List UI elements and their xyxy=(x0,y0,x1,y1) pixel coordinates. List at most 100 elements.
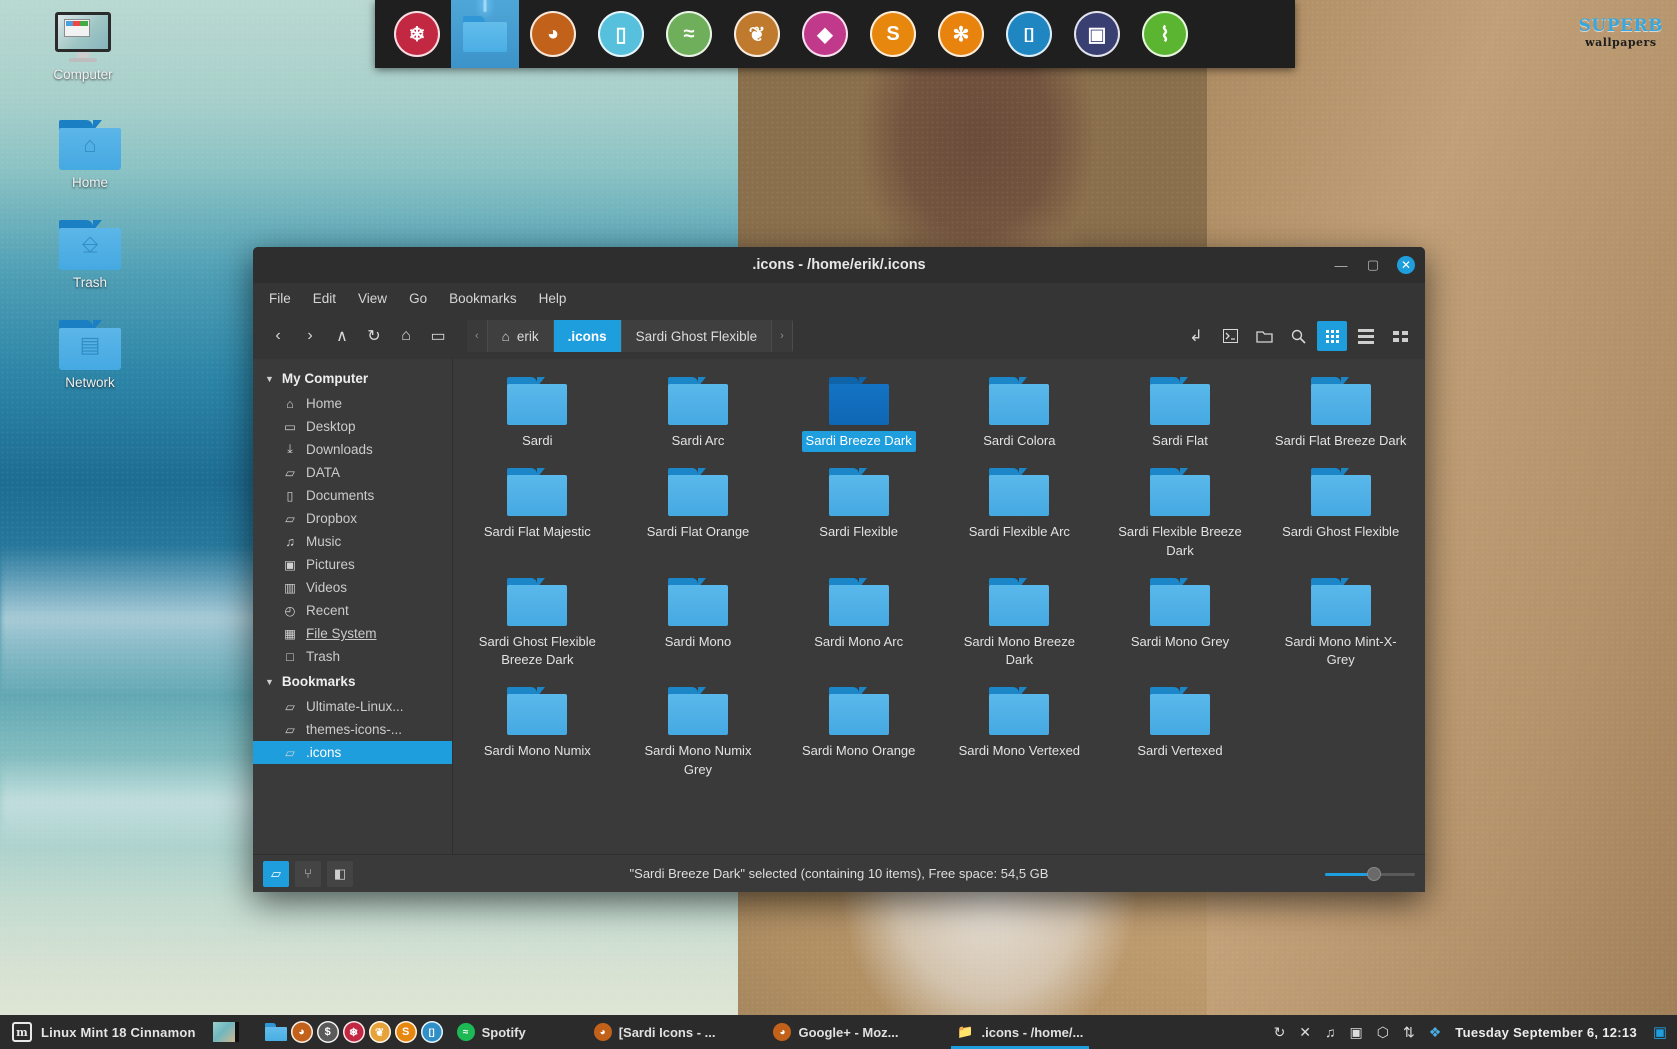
close-button[interactable]: ✕ xyxy=(1397,256,1415,274)
file-item[interactable]: Sardi Breeze Dark xyxy=(778,371,939,462)
compact-view-button[interactable] xyxy=(1385,321,1415,351)
sidebar-item-downloads[interactable]: ⤓ Downloads xyxy=(253,438,452,461)
window-button-spotify[interactable]: ≈ Spotify xyxy=(443,1015,540,1049)
breadcrumb-prev-button[interactable]: ‹ xyxy=(467,320,488,352)
sidebar-section-header[interactable]: ▼ My Computer xyxy=(253,365,452,392)
file-item[interactable]: Sardi Mono Breeze Dark xyxy=(939,572,1100,682)
sidebar-section-header[interactable]: ▼ Bookmarks xyxy=(253,668,452,695)
file-item[interactable]: Sardi Mono Grey xyxy=(1100,572,1261,682)
file-item[interactable]: Sardi Flat xyxy=(1100,371,1261,462)
file-item[interactable]: Sardi Flat Breeze Dark xyxy=(1260,371,1421,462)
computer-button[interactable]: ▭ xyxy=(423,321,453,351)
sidebar-item-file-system[interactable]: ▦ File System xyxy=(253,622,452,645)
firefox-quicklaunch[interactable]: ◕ xyxy=(290,1021,313,1043)
file-item[interactable]: Sardi Flexible Breeze Dark xyxy=(1100,462,1261,572)
minimize-button[interactable]: — xyxy=(1333,258,1349,273)
up-button[interactable]: ∧ xyxy=(327,321,357,351)
dock-item-inkscape[interactable]: ◆ xyxy=(791,0,859,68)
show-desktop-button[interactable]: ▣ xyxy=(1651,1023,1669,1041)
terminal-quicklaunch[interactable]: $ xyxy=(316,1021,339,1043)
home-button[interactable]: ⌂ xyxy=(391,321,421,351)
network-tray-icon[interactable]: ⇅ xyxy=(1403,1024,1415,1041)
file-item[interactable]: Sardi Flexible Arc xyxy=(939,462,1100,572)
menu-go[interactable]: Go xyxy=(409,291,427,306)
dropbox-tray-icon[interactable]: ❖ xyxy=(1429,1024,1442,1041)
file-browser-pane[interactable]: Sardi Sardi Arc Sardi Breeze Dark Sardi Col… xyxy=(453,359,1425,854)
breadcrumb-item-sardi-ghost-flexible[interactable]: Sardi Ghost Flexible xyxy=(621,320,773,352)
file-item[interactable]: Sardi Mono Numix Grey xyxy=(618,681,779,791)
shield-tray-icon[interactable]: ⬡ xyxy=(1377,1024,1389,1041)
file-item[interactable]: Sardi Mono Vertexed xyxy=(939,681,1100,791)
clock[interactable]: Tuesday September 6, 12:13 xyxy=(1455,1025,1637,1040)
sublime-quicklaunch[interactable]: S xyxy=(394,1021,417,1043)
menu-help[interactable]: Help xyxy=(539,291,567,306)
zoom-slider[interactable] xyxy=(1325,866,1415,882)
gimp-quicklaunch[interactable]: ❦ xyxy=(368,1021,391,1043)
search-button[interactable] xyxy=(1283,321,1313,351)
dock-item-file-manager[interactable] xyxy=(451,0,519,68)
desktop-icon-network[interactable]: ▤ Network xyxy=(35,320,145,390)
breadcrumb-item-erik[interactable]: ⌂ erik xyxy=(487,320,554,352)
file-item[interactable]: Sardi Mono Orange xyxy=(778,681,939,791)
file-item[interactable]: Sardi Ghost Flexible xyxy=(1260,462,1421,572)
maximize-button[interactable]: ▢ xyxy=(1365,257,1381,273)
dock-item-gimp[interactable]: ❦ xyxy=(723,0,791,68)
dock-item-spotify[interactable]: ≈ xyxy=(655,0,723,68)
file-item[interactable]: Sardi Flat Orange xyxy=(618,462,779,572)
file-item[interactable]: Sardi Flat Majestic xyxy=(457,462,618,572)
sidebar-item-desktop[interactable]: ▭ Desktop xyxy=(253,415,452,438)
reload-button[interactable]: ↻ xyxy=(359,321,389,351)
window-button-icons-folder[interactable]: 📁 .icons - /home/... xyxy=(943,1015,1098,1049)
zoom-slider-handle[interactable] xyxy=(1366,866,1381,881)
start-menu-button[interactable]: m Linux Mint 18 Cinnamon xyxy=(0,1015,251,1049)
window-button-sardi-icons[interactable]: ◕ [Sardi Icons - ... xyxy=(580,1015,730,1049)
sidebar-item-videos[interactable]: ▥ Videos xyxy=(253,576,452,599)
sidebar-item-home[interactable]: ⌂ Home xyxy=(253,392,452,415)
file-item[interactable]: Sardi xyxy=(457,371,618,462)
new-folder-button[interactable] xyxy=(1249,321,1279,351)
desktop-icon-trash[interactable]: ⎒ Trash xyxy=(35,220,145,290)
places-button[interactable]: ▱ xyxy=(263,860,289,887)
screenshot-tray-icon[interactable]: ▣ xyxy=(1350,1024,1363,1041)
sidebar-item-recent[interactable]: ◴ Recent xyxy=(253,599,452,622)
dock-item-virtualbox[interactable]: ▣ xyxy=(1063,0,1131,68)
sidebar-item-documents[interactable]: ▯ Documents xyxy=(253,484,452,507)
sidebar-item-data[interactable]: ▱ DATA xyxy=(253,461,452,484)
file-item[interactable]: Sardi Mono Numix xyxy=(457,681,618,791)
menu-bookmarks[interactable]: Bookmarks xyxy=(449,291,517,306)
back-button[interactable]: ‹ xyxy=(263,321,293,351)
cherrytree-quicklaunch[interactable]: ❄ xyxy=(342,1021,365,1043)
sidebar-item-dropbox[interactable]: ▱ Dropbox xyxy=(253,507,452,530)
sidebar-item-themes-icons[interactable]: ▱ themes-icons-... xyxy=(253,718,452,741)
brackets-quicklaunch[interactable]: [] xyxy=(420,1021,443,1043)
files-quicklaunch[interactable] xyxy=(264,1021,287,1043)
music-tray-icon[interactable]: ♫ xyxy=(1325,1024,1336,1040)
dock-item-sublime-text[interactable]: S xyxy=(859,0,927,68)
dock-item-cherrytree[interactable]: ❄ xyxy=(383,0,451,68)
sidebar-item-trash[interactable]: □ Trash xyxy=(253,645,452,668)
list-view-button[interactable] xyxy=(1351,321,1381,351)
sidebar-item-pictures[interactable]: ▣ Pictures xyxy=(253,553,452,576)
file-item[interactable]: Sardi Vertexed xyxy=(1100,681,1261,791)
menu-file[interactable]: File xyxy=(269,291,291,306)
dock-item-brackets[interactable]: [] xyxy=(995,0,1063,68)
desktop-icon-home[interactable]: ⌂ Home xyxy=(35,120,145,190)
sidebar-item-ultimate-linux[interactable]: ▱ Ultimate-Linux... xyxy=(253,695,452,718)
file-item[interactable]: Sardi Ghost Flexible Breeze Dark xyxy=(457,572,618,682)
file-item[interactable]: Sardi Colora xyxy=(939,371,1100,462)
dock-item-clementine[interactable]: ✻ xyxy=(927,0,995,68)
sidebar-item-music[interactable]: ♫ Music xyxy=(253,530,452,553)
close-tray-icon[interactable]: ✕ xyxy=(1299,1024,1311,1041)
dock-item-system-monitor[interactable]: ⌇ xyxy=(1131,0,1199,68)
split-view-button[interactable]: ↲ xyxy=(1181,321,1211,351)
update-manager-icon[interactable]: ↻ xyxy=(1274,1024,1286,1041)
menu-edit[interactable]: Edit xyxy=(313,291,336,306)
window-button-googleplus[interactable]: ◕ Google+ - Moz... xyxy=(759,1015,912,1049)
hide-sidebar-button[interactable]: ◧ xyxy=(327,860,353,887)
desktop-icon-computer[interactable]: Computer xyxy=(28,12,138,82)
breadcrumb-item-icons[interactable]: .icons xyxy=(553,320,622,352)
file-item[interactable]: Sardi Flexible xyxy=(778,462,939,572)
dock-item-text-editor[interactable]: ▯ xyxy=(587,0,655,68)
file-item[interactable]: Sardi Mono Arc xyxy=(778,572,939,682)
file-item[interactable]: Sardi Mono xyxy=(618,572,779,682)
